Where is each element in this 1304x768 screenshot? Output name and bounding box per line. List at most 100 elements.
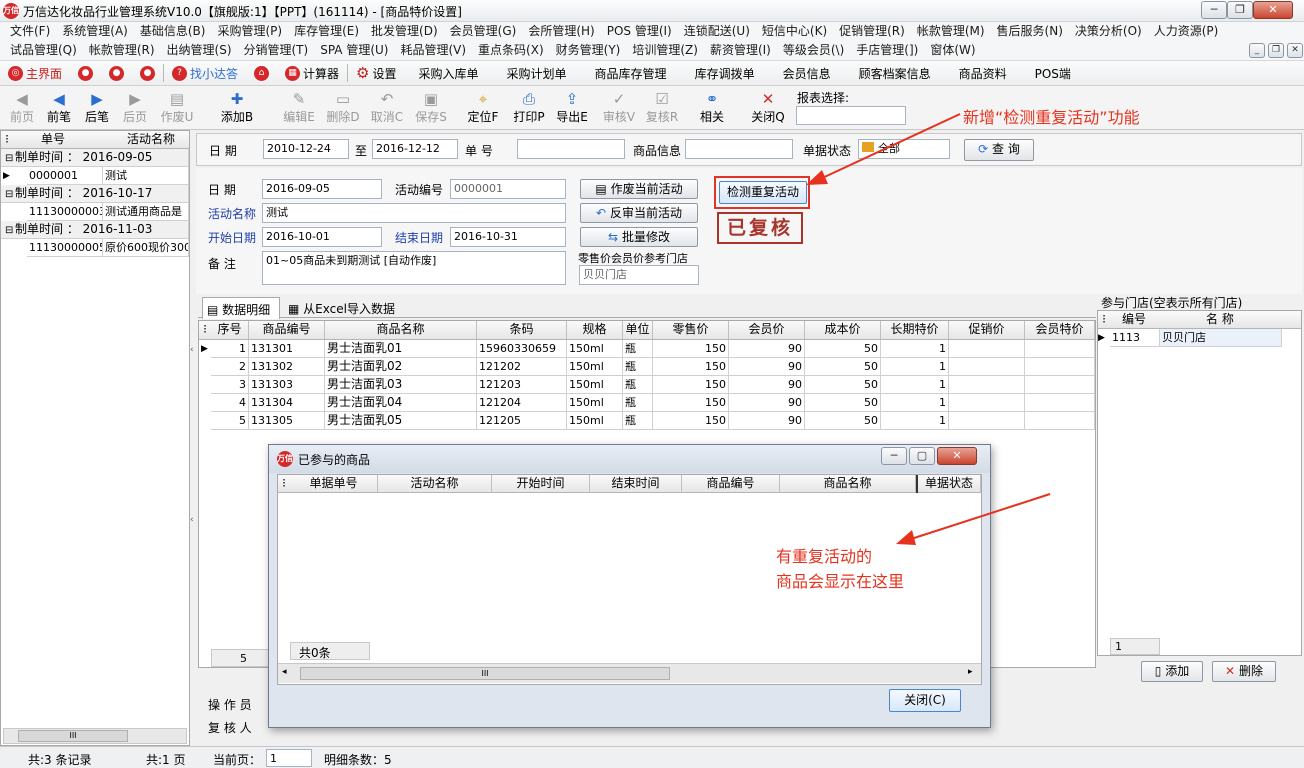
detail-cell[interactable]: 121203 bbox=[477, 376, 567, 394]
toolbar-button-8[interactable]: ↶ 取消C bbox=[369, 90, 405, 125]
toolbar-button-3[interactable]: ▶ 后页 bbox=[120, 90, 150, 125]
detail-cell[interactable] bbox=[1025, 394, 1095, 412]
menu-item-row1-2[interactable]: 基础信息(B) bbox=[134, 22, 212, 41]
detail-cell[interactable] bbox=[949, 340, 1025, 358]
check-duplicate-button[interactable]: 检测重复活动 bbox=[719, 181, 807, 204]
detail-cell[interactable]: 瓶 bbox=[623, 376, 653, 394]
detail-col-header[interactable]: 商品编号 bbox=[249, 321, 325, 339]
detail-col-header[interactable]: 条码 bbox=[477, 321, 567, 339]
quick-ask[interactable]: ? 找小达答 bbox=[164, 62, 246, 84]
menu-item-row2-8[interactable]: 培训管理(Z) bbox=[626, 41, 704, 60]
menu-item-row1-15[interactable]: 人力资源(P) bbox=[1148, 22, 1225, 41]
quick-purchase-in[interactable]: 采购入库单 bbox=[405, 62, 493, 84]
dialog-maximize-button[interactable]: ▢ bbox=[909, 447, 935, 465]
menu-item-row2-5[interactable]: 耗品管理(V) bbox=[394, 41, 472, 60]
scroll-left-icon[interactable]: ◂ bbox=[282, 667, 287, 677]
detail-cell[interactable]: 50 bbox=[805, 358, 881, 376]
tab-detail[interactable]: ▤ 数据明细 bbox=[202, 297, 280, 319]
form-code[interactable]: 0000001 bbox=[450, 179, 566, 199]
detail-cell[interactable]: 2 bbox=[211, 358, 249, 376]
detail-col-header[interactable]: 会员价 bbox=[729, 321, 805, 339]
detail-cell[interactable]: 121205 bbox=[477, 412, 567, 430]
toolbar-button-16[interactable]: ✕ 关闭Q bbox=[749, 90, 787, 125]
menu-item-row1-1[interactable]: 系统管理(A) bbox=[56, 22, 134, 41]
menu-item-row1-13[interactable]: 售后服务(N) bbox=[991, 22, 1069, 41]
dialog-col-header[interactable]: 活动名称 bbox=[378, 475, 492, 493]
detail-cell[interactable]: 121202 bbox=[477, 358, 567, 376]
toolbar-button-0[interactable]: ◀ 前页 bbox=[7, 90, 37, 125]
detail-cell[interactable]: 150 bbox=[653, 394, 729, 412]
quick-purchase-plan[interactable]: 采购计划单 bbox=[493, 62, 581, 84]
tab-excel-import[interactable]: ▦ 从Excel导入数据 bbox=[284, 299, 399, 318]
detail-cell[interactable]: 瓶 bbox=[623, 340, 653, 358]
left-row-code[interactable]: 11130000003 bbox=[27, 203, 103, 221]
menu-item-row1-11[interactable]: 促销管理(R) bbox=[833, 22, 911, 41]
detail-col-header[interactable]: 促销价 bbox=[949, 321, 1025, 339]
quick-transfer[interactable]: 库存调拨单 bbox=[681, 62, 769, 84]
toolbar-button-15[interactable]: ⚭ 相关 bbox=[695, 90, 729, 125]
detail-cell[interactable] bbox=[949, 394, 1025, 412]
menu-item-row1-9[interactable]: 连锁配送(U) bbox=[678, 22, 756, 41]
menu-item-row2-9[interactable]: 薪资管理(I) bbox=[704, 41, 777, 60]
detail-cell[interactable]: 1 bbox=[881, 394, 949, 412]
splitter-left-icon[interactable]: ‹ bbox=[190, 345, 196, 363]
quick-calculator[interactable]: ▦ 计算器 bbox=[277, 62, 347, 84]
quick-settings[interactable]: ⚙ 设置 bbox=[348, 62, 404, 84]
detail-cell[interactable]: 50 bbox=[805, 412, 881, 430]
quick-main[interactable]: ◎ 主界面 bbox=[0, 62, 70, 84]
form-activity-name[interactable]: 测试 bbox=[262, 203, 566, 223]
detail-cell[interactable]: 1 bbox=[881, 412, 949, 430]
detail-col-header[interactable]: 商品名称 bbox=[325, 321, 477, 339]
left-group-header[interactable]: ⊟ 制单时间 ： 2016-10-17 bbox=[1, 185, 189, 203]
menu-item-row2-11[interactable]: 手店管理(]) bbox=[850, 41, 924, 60]
menu-item-row2-12[interactable]: 窗体(W) bbox=[924, 41, 981, 60]
dialog-col-header[interactable]: 单据单号 bbox=[290, 475, 378, 493]
detail-cell[interactable]: 150 bbox=[653, 358, 729, 376]
left-row-code[interactable]: 0000001 bbox=[27, 167, 103, 185]
quick-customer[interactable]: 顾客档案信息 bbox=[845, 62, 945, 84]
dialog-close-x-button[interactable]: ✕ bbox=[937, 447, 977, 465]
detail-cell[interactable]: 1 bbox=[881, 358, 949, 376]
detail-cell[interactable]: 150 bbox=[653, 340, 729, 358]
toolbar-button-10[interactable]: ⌖ 定位F bbox=[464, 90, 502, 125]
detail-cell[interactable]: 瓶 bbox=[623, 394, 653, 412]
detail-cell[interactable]: 1 bbox=[881, 340, 949, 358]
form-date[interactable]: 2016-09-05 bbox=[262, 179, 382, 199]
dialog-hscrollbar[interactable]: ◂ III ▸ bbox=[278, 663, 981, 683]
toolbar-button-12[interactable]: ⇪ 导出E bbox=[553, 90, 591, 125]
quick-bulb[interactable]: ● bbox=[132, 62, 163, 84]
dialog-col-header[interactable]: 商品编号 bbox=[682, 475, 780, 493]
detail-cell[interactable] bbox=[949, 376, 1025, 394]
scroll-right-icon[interactable]: ▸ bbox=[968, 667, 973, 677]
detail-cell[interactable] bbox=[949, 358, 1025, 376]
toolbar-button-13[interactable]: ✓ 审核V bbox=[601, 90, 637, 125]
menu-item-row1-0[interactable]: 文件(F) bbox=[4, 22, 56, 41]
close-window-button[interactable]: ✕ bbox=[1253, 1, 1293, 19]
left-group-header[interactable]: ⊟ 制单时间 ： 2016-09-05 bbox=[1, 149, 189, 167]
detail-cell[interactable]: 150ml bbox=[567, 394, 623, 412]
detail-cell[interactable]: 5 bbox=[211, 412, 249, 430]
toolbar-button-9[interactable]: ▣ 保存S bbox=[413, 90, 449, 125]
filter-order-input[interactable] bbox=[517, 139, 625, 159]
splitter-left-icon-2[interactable]: ‹ bbox=[190, 515, 196, 533]
filter-product-input[interactable] bbox=[685, 139, 793, 159]
store-delete-button[interactable]: ✕ 删除 bbox=[1212, 661, 1276, 682]
menu-item-row2-10[interactable]: 等级会员(\) bbox=[777, 41, 850, 60]
detail-cell[interactable]: 121204 bbox=[477, 394, 567, 412]
menu-item-row2-4[interactable]: SPA 管理(U) bbox=[314, 41, 394, 60]
void-activity-button[interactable]: ▤ 作废当前活动 bbox=[580, 179, 698, 199]
toolbar-button-6[interactable]: ✎ 编辑E bbox=[281, 90, 317, 125]
mdi-minimize-button[interactable]: _ bbox=[1249, 43, 1265, 58]
form-remark[interactable]: 01~05商品未到期测试 [自动作废] bbox=[262, 251, 566, 285]
dialog-col-header[interactable]: 开始时间 bbox=[492, 475, 590, 493]
mdi-restore-button[interactable]: ❐ bbox=[1268, 43, 1284, 58]
query-button[interactable]: ⟳ 查 询 bbox=[964, 139, 1034, 161]
menu-item-row2-7[interactable]: 财务管理(Y) bbox=[550, 41, 627, 60]
detail-cell[interactable] bbox=[1025, 376, 1095, 394]
quick-chat[interactable]: ● bbox=[101, 62, 132, 84]
detail-cell[interactable]: 131303 bbox=[249, 376, 325, 394]
batch-edit-button[interactable]: ⇆ 批量修改 bbox=[580, 227, 698, 247]
menu-item-row1-7[interactable]: 会所管理(H) bbox=[522, 22, 600, 41]
detail-col-header[interactable]: 零售价 bbox=[653, 321, 729, 339]
detail-cell[interactable]: 瓶 bbox=[623, 358, 653, 376]
